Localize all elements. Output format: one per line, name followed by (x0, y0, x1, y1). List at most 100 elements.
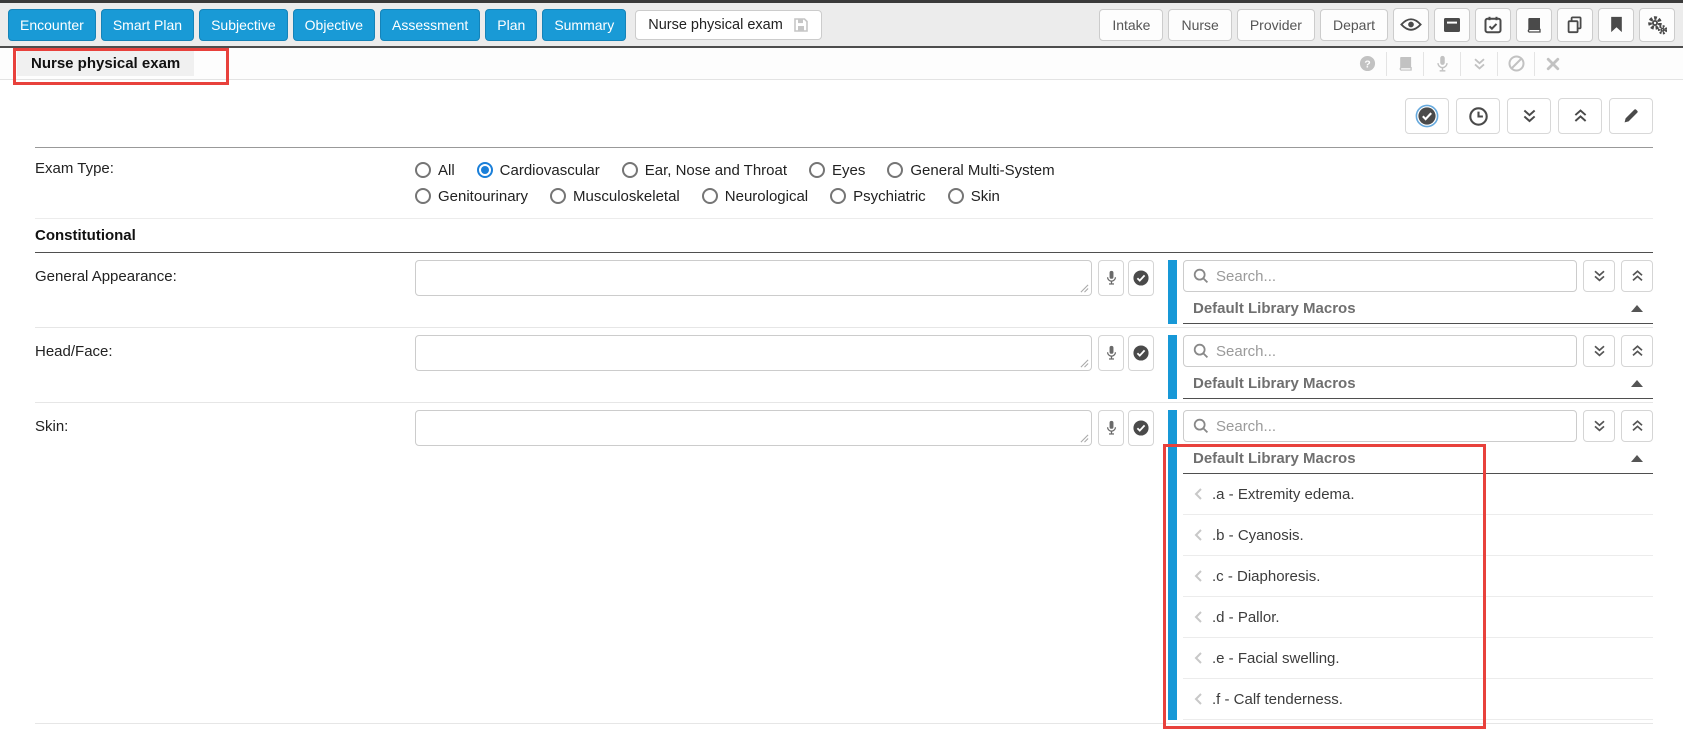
provider-button[interactable]: Provider (1237, 9, 1315, 41)
radio-cardiovascular[interactable]: Cardiovascular (477, 162, 600, 179)
tab-summary[interactable]: Summary (542, 9, 626, 41)
chevron-double-down-icon (1592, 344, 1607, 358)
radio-ear-nose-throat[interactable]: Ear, Nose and Throat (622, 162, 787, 179)
confirm-field-button[interactable] (1128, 410, 1154, 446)
library-book-button[interactable] (1386, 52, 1423, 76)
radio-neurological[interactable]: Neurological (702, 188, 808, 205)
tab-smart-plan[interactable]: Smart Plan (101, 9, 194, 41)
radio-label: All (438, 162, 455, 179)
macros-group-header[interactable]: Default Library Macros (1183, 375, 1653, 399)
collapse-macros-button[interactable] (1621, 410, 1653, 442)
help-button[interactable]: ? (1349, 52, 1386, 76)
history-button[interactable] (1456, 98, 1500, 134)
collapse-macros-button[interactable] (1621, 260, 1653, 292)
dictate-field-button[interactable] (1098, 260, 1124, 296)
document-tab-label: Nurse physical exam (648, 17, 783, 33)
head-face-textarea[interactable] (415, 335, 1092, 371)
macros-panel: Default Library Macros .a - Extremity ed… (1183, 410, 1653, 720)
macro-item-diaphoresis[interactable]: .c - Diaphoresis. (1183, 556, 1653, 597)
radio-eyes[interactable]: Eyes (809, 162, 865, 179)
archive-button[interactable] (1434, 8, 1470, 42)
macro-search-input[interactable] (1216, 418, 1567, 435)
macro-item-cyanosis[interactable]: .b - Cyanosis. (1183, 515, 1653, 556)
dictate-field-button[interactable] (1098, 335, 1124, 371)
nurse-button[interactable]: Nurse (1168, 9, 1231, 41)
general-appearance-textarea[interactable] (415, 260, 1092, 296)
macro-item-facial-swelling[interactable]: .e - Facial swelling. (1183, 638, 1653, 679)
expand-macros-button[interactable] (1583, 335, 1615, 367)
archive-box-icon (1443, 17, 1461, 33)
search-icon (1193, 268, 1209, 284)
check-circle-icon (1132, 344, 1150, 362)
macro-item-label: .f - Calf tenderness. (1212, 691, 1343, 708)
exam-toolbar (0, 80, 1683, 147)
radio-circle-icon (809, 162, 825, 178)
eye-icon (1400, 17, 1422, 32)
radio-musculoskeletal[interactable]: Musculoskeletal (550, 188, 680, 205)
confirm-field-button[interactable] (1128, 335, 1154, 371)
intake-button[interactable]: Intake (1099, 9, 1163, 41)
dictate-field-button[interactable] (1098, 410, 1124, 446)
tab-document-active[interactable]: Nurse physical exam (635, 10, 822, 40)
bookmark-button[interactable] (1598, 8, 1634, 42)
macro-item-label: .e - Facial swelling. (1212, 650, 1340, 667)
mark-complete-button[interactable] (1405, 98, 1449, 134)
radio-general-multi-system[interactable]: General Multi-System (887, 162, 1054, 179)
radio-skin[interactable]: Skin (948, 188, 1000, 205)
macro-item-label: .c - Diaphoresis. (1212, 568, 1320, 585)
check-circle-icon (1415, 104, 1439, 128)
radio-psychiatric[interactable]: Psychiatric (830, 188, 926, 205)
radio-label: General Multi-System (910, 162, 1054, 179)
confirm-field-button[interactable] (1128, 260, 1154, 296)
macros-panel-accent-bar (1168, 335, 1177, 399)
row-skin: Skin: Default Library Macros (35, 403, 1653, 724)
close-section-button[interactable] (1534, 52, 1571, 76)
radio-genitourinary[interactable]: Genitourinary (415, 188, 528, 205)
expand-macros-button[interactable] (1583, 410, 1615, 442)
clock-icon (1468, 106, 1489, 127)
radio-label: Genitourinary (438, 188, 528, 205)
settings-button[interactable] (1639, 8, 1675, 42)
radio-circle-icon (702, 188, 718, 204)
dictate-button[interactable] (1423, 52, 1460, 76)
depart-button[interactable]: Depart (1320, 9, 1388, 41)
tab-assessment[interactable]: Assessment (380, 9, 480, 41)
macro-item-pallor[interactable]: .d - Pallor. (1183, 597, 1653, 638)
edit-button[interactable] (1609, 98, 1653, 134)
eye-button[interactable] (1393, 8, 1429, 42)
macros-group-header[interactable]: Default Library Macros (1183, 450, 1653, 474)
collapse-all-button[interactable] (1558, 98, 1602, 134)
macro-search-input[interactable] (1216, 268, 1567, 285)
expand-all-button[interactable] (1507, 98, 1551, 134)
save-icon (793, 17, 809, 33)
caret-up-icon[interactable] (1631, 455, 1643, 462)
check-circle-icon (1132, 419, 1150, 437)
expand-macros-button[interactable] (1583, 260, 1615, 292)
macros-group-header[interactable]: Default Library Macros (1183, 300, 1653, 324)
radio-label: Skin (971, 188, 1000, 205)
chevron-left-icon (1193, 528, 1203, 542)
tab-subjective[interactable]: Subjective (199, 9, 288, 41)
tab-objective[interactable]: Objective (293, 9, 375, 41)
macros-panel: Default Library Macros (1183, 260, 1653, 324)
tab-encounter[interactable]: Encounter (8, 9, 96, 41)
disable-section-button[interactable] (1497, 52, 1534, 76)
macro-item-extremity-edema[interactable]: .a - Extremity edema. (1183, 474, 1653, 515)
skin-textarea[interactable] (415, 410, 1092, 446)
calendar-button[interactable] (1475, 8, 1511, 42)
caret-up-icon[interactable] (1631, 305, 1643, 312)
caret-up-icon[interactable] (1631, 380, 1643, 387)
pencil-icon (1622, 107, 1640, 125)
macro-item-calf-tenderness[interactable]: .f - Calf tenderness. (1183, 679, 1653, 720)
collapse-section-button[interactable] (1460, 52, 1497, 76)
library-button[interactable] (1516, 8, 1552, 42)
radio-all[interactable]: All (415, 162, 455, 179)
macro-search-box (1183, 410, 1577, 442)
copy-button[interactable] (1557, 8, 1593, 42)
collapse-macros-button[interactable] (1621, 335, 1653, 367)
tab-plan[interactable]: Plan (485, 9, 537, 41)
macro-search-input[interactable] (1216, 343, 1567, 360)
microphone-icon (1106, 270, 1117, 286)
radio-label: Psychiatric (853, 188, 926, 205)
radio-circle-icon (415, 162, 431, 178)
